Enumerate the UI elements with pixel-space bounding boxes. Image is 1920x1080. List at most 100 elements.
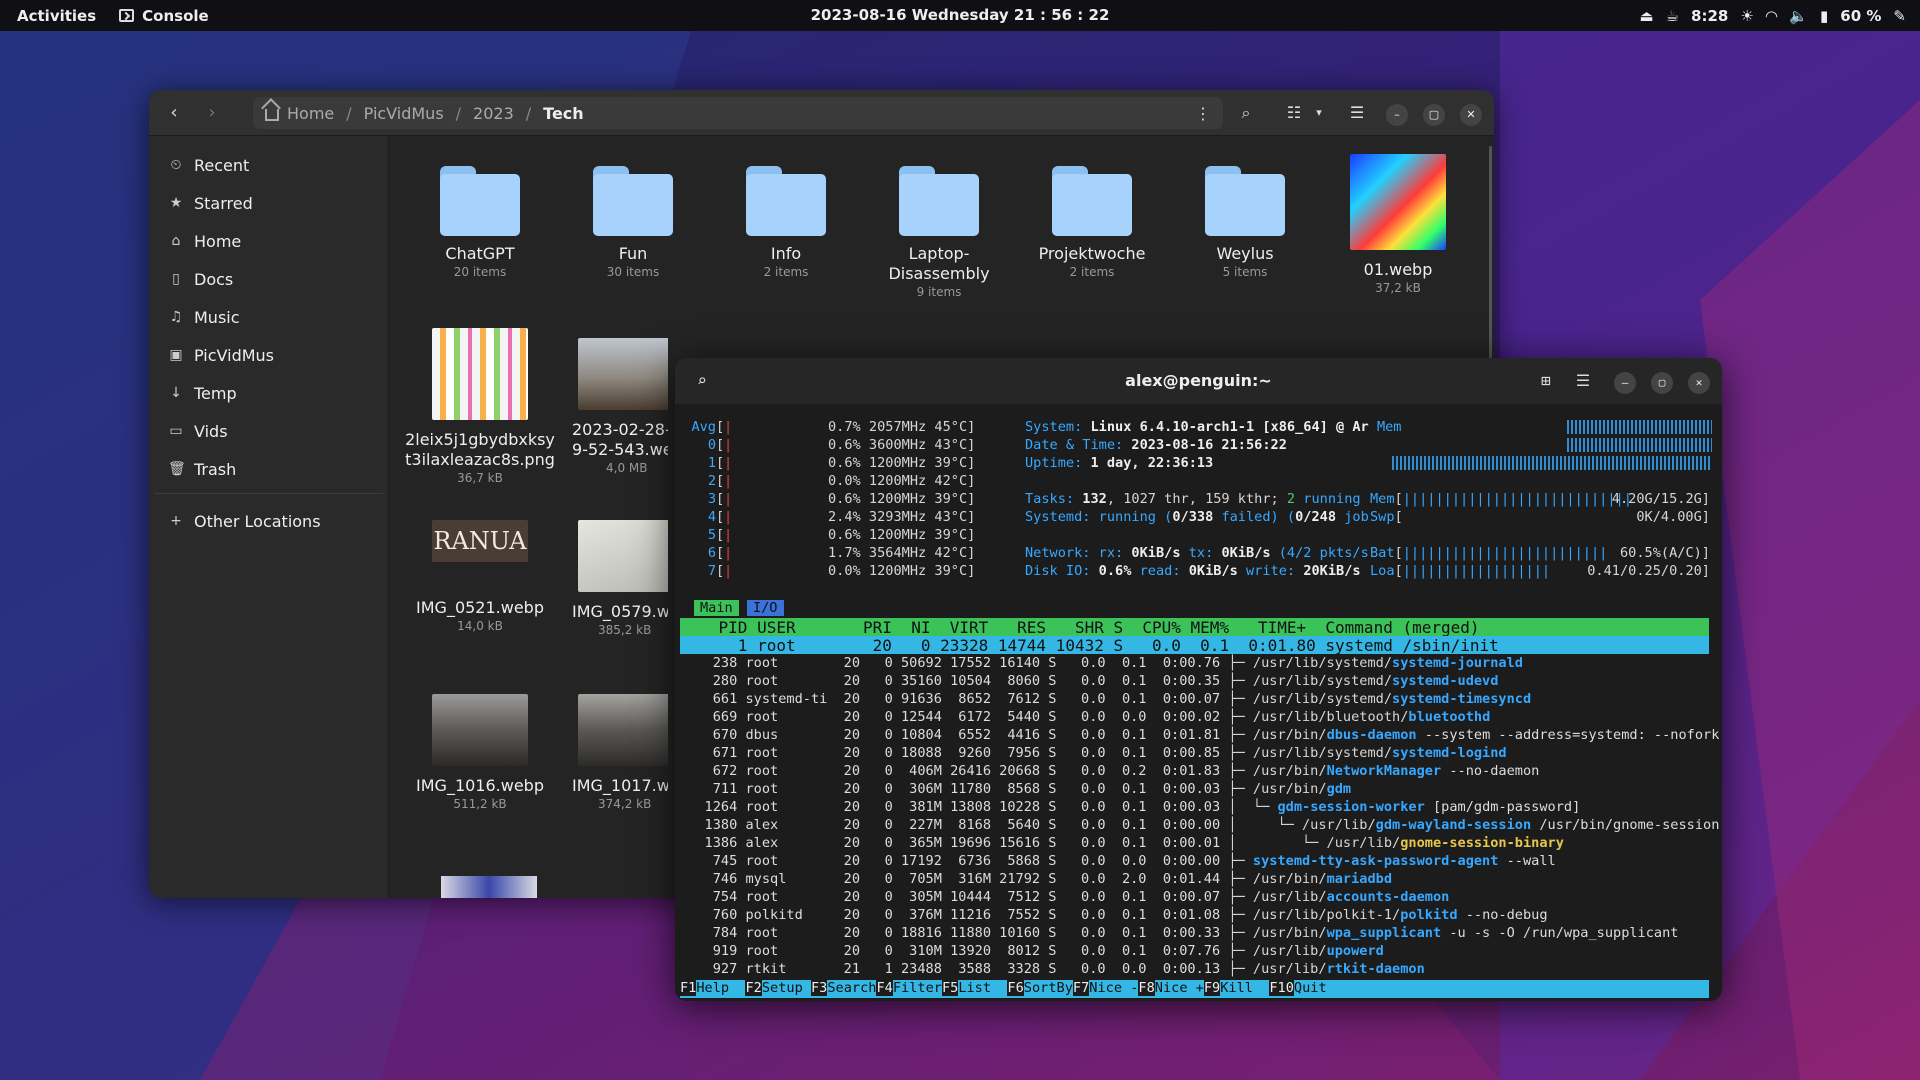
table-row-selected[interactable]: 1 root 20 0 23328 14744 10432 S 0.0 0.1 … — [680, 636, 1709, 655]
item-name: ChatGPT — [445, 244, 515, 263]
item-size: 374,2 kB — [598, 797, 652, 811]
item-count: 20 items — [453, 265, 507, 279]
table-row[interactable]: 238 root 20 0 50692 17552 16140 S 0.0 0.… — [680, 654, 1717, 672]
eject-icon[interactable]: ⏏ — [1639, 7, 1653, 25]
breadcrumb-2023[interactable]: 2023 — [473, 104, 514, 123]
maximize-icon[interactable]: ▢ — [1423, 104, 1445, 126]
view-dropdown-icon[interactable]: ▾ — [1304, 98, 1334, 128]
process-table-header[interactable]: PID USER PRI NI VIRT RES SHR S CPU% MEM%… — [680, 618, 1709, 637]
fkey-f4[interactable]: F4Filter — [876, 980, 942, 996]
breadcrumb[interactable]: Home / PicVidMus / 2023 / Tech ⋮ — [253, 97, 1223, 129]
table-row[interactable]: 919 root 20 0 310M 13920 8012 S 0.0 0.1 … — [680, 942, 1717, 960]
table-row[interactable]: 669 root 20 0 12544 6172 5440 S 0.0 0.0 … — [680, 708, 1717, 726]
table-row[interactable]: 672 root 20 0 406M 26416 20668 S 0.0 0.2… — [680, 762, 1717, 780]
item-name: IMG_1016.webp — [416, 776, 544, 795]
cpu-graph — [1567, 438, 1712, 452]
sidebar-item-home[interactable]: ⌂ Home — [149, 222, 388, 260]
cpu-graph — [1392, 456, 1712, 470]
search-icon[interactable]: ⌕ — [1231, 98, 1261, 128]
fkey-f10[interactable]: F10Quit — [1269, 980, 1327, 996]
table-row[interactable]: 754 root 20 0 305M 10444 7512 S 0.0 0.1 … — [680, 888, 1717, 906]
search-icon[interactable]: ⌕ — [687, 366, 717, 396]
close-icon[interactable]: ✕ — [1460, 104, 1482, 126]
sidebar-item-temp[interactable]: ↓ Temp — [149, 374, 388, 412]
item-count: 5 items — [1222, 265, 1268, 279]
sidebar-item-trash[interactable]: 🗑 Trash — [149, 450, 388, 488]
fkey-f3[interactable]: F3Search — [810, 980, 876, 996]
image-thumbnail — [578, 694, 668, 766]
tab-io[interactable]: I/O — [746, 600, 784, 616]
image-item[interactable]: RANUA IMG_0521.webp 14,0 kB — [405, 520, 555, 633]
table-row[interactable]: 746 mysql 20 0 705M 316M 21792 S 0.0 2.0… — [680, 870, 1717, 888]
folder-item[interactable]: Info 2 items — [711, 162, 861, 279]
sidebar-item-starred[interactable]: ★ Starred — [149, 184, 388, 222]
notes-icon: ✎ — [1893, 6, 1906, 25]
kebab-menu-icon[interactable]: ⋮ — [1195, 104, 1211, 123]
fkey-f1[interactable]: F1Help — [680, 980, 745, 996]
breadcrumb-home[interactable]: Home — [287, 104, 334, 123]
image-item[interactable]: 2leix5j1gbydbxksy t3ilaxleazac8s.png 36,7… — [405, 328, 555, 485]
sidebar-item-docs[interactable]: ▯ Docs — [149, 260, 388, 298]
hamburger-menu-icon[interactable]: ☰ — [1342, 98, 1372, 128]
fkey-f2[interactable]: F2Setup — [745, 980, 810, 996]
table-row[interactable]: 711 root 20 0 306M 11780 8568 S 0.0 0.1 … — [680, 780, 1717, 798]
fkey-f5[interactable]: F5List — [941, 980, 1007, 996]
fkey-f6[interactable]: F6SortBy — [1007, 980, 1073, 996]
system-tray[interactable]: ⏏ ☕ 8:28 ☀ ◠ 🔈 ▮ 60 % ✎ — [1639, 0, 1906, 31]
files-headerbar: ‹ › Home / PicVidMus / 2023 / Tech ⋮ ⌕ ☷… — [149, 90, 1494, 136]
sidebar-item-label: Temp — [194, 383, 237, 403]
fkey-f7[interactable]: F7Nice - — [1072, 980, 1138, 996]
table-row[interactable]: 760 polkitd 20 0 376M 11216 7552 S 0.0 0… — [680, 906, 1717, 924]
maximize-icon[interactable]: ▢ — [1651, 372, 1673, 394]
breadcrumb-current[interactable]: Tech — [543, 104, 584, 123]
table-row[interactable]: 1386 alex 20 0 365M 19696 15616 S 0.0 0.… — [680, 834, 1717, 852]
folder-item[interactable]: Weylus 5 items — [1170, 162, 1320, 279]
folder-icon — [746, 162, 826, 236]
table-row[interactable]: 670 dbus 20 0 10804 6552 4416 S 0.0 0.1 … — [680, 726, 1720, 744]
console-app-menu[interactable]: Console — [113, 7, 215, 25]
image-item[interactable]: IMG_1017.webp 374,2 kB — [558, 694, 668, 811]
table-row[interactable]: 1264 root 20 0 381M 13808 10228 S 0.0 0.… — [680, 798, 1717, 816]
minimize-icon[interactable]: – — [1614, 372, 1636, 394]
table-row[interactable]: 784 root 20 0 18816 11880 10160 S 0.0 0.… — [680, 924, 1717, 942]
folder-item[interactable]: ChatGPT 20 items — [405, 162, 555, 279]
music-icon: ♫ — [169, 309, 183, 325]
folder-item[interactable]: Fun 30 items — [558, 162, 708, 279]
sidebar-item-other-locations[interactable]: + Other Locations — [149, 502, 388, 540]
table-row[interactable]: 927 rtkit 21 1 23488 3588 3328 S 0.0 0.0… — [680, 960, 1717, 978]
new-tab-icon[interactable]: ⊞ — [1531, 366, 1561, 396]
close-icon[interactable]: ✕ — [1688, 372, 1710, 394]
sidebar-item-label: PicVidMus — [194, 345, 275, 365]
image-item[interactable]: 01.webp 37,2 kB — [1323, 154, 1473, 295]
htop-meters: Avg[| 0.7% 2057MHz 45°C] System: Linux 6.4… — [680, 418, 1717, 580]
folder-icon — [1205, 162, 1285, 236]
table-row[interactable]: 1380 alex 20 0 227M 8168 5640 S 0.0 0.1 … — [680, 816, 1720, 834]
folder-item[interactable]: Projektwoche 2 items — [1017, 162, 1167, 279]
sidebar-item-recent[interactable]: ⏲ Recent — [149, 146, 388, 184]
sidebar-item-vids[interactable]: ▭ Vids — [149, 412, 388, 450]
back-icon[interactable]: ‹ — [161, 100, 187, 126]
table-row[interactable]: 745 root 20 0 17192 6736 5868 S 0.0 0.0 … — [680, 852, 1717, 870]
minimize-icon[interactable]: – — [1386, 104, 1408, 126]
breadcrumb-picvidmus[interactable]: PicVidMus — [364, 104, 444, 123]
battery-icon: ▮ — [1820, 6, 1829, 25]
folder-item[interactable]: Laptop- Disassembly 9 items — [864, 162, 1014, 299]
sidebar-item-picvidmus[interactable]: ▣ PicVidMus — [149, 336, 388, 374]
image-item[interactable]: IMG_1016.webp 511,2 kB — [405, 694, 555, 811]
hamburger-menu-icon[interactable]: ☰ — [1568, 366, 1598, 396]
item-name: Weylus — [1216, 244, 1274, 263]
table-row[interactable]: 280 root 20 0 35160 10504 8060 S 0.0 0.1… — [680, 672, 1717, 690]
tab-main[interactable]: Main — [694, 600, 739, 616]
clock[interactable]: 2023-08-16 Wednesday 21 : 56 : 22 — [0, 6, 1920, 24]
fkey-f9[interactable]: F9Kill — [1203, 980, 1269, 996]
item-count: 9 items — [916, 285, 962, 299]
image-item[interactable]: IMG_0579.webp 385,2 kB — [558, 520, 668, 637]
table-row[interactable]: 671 root 20 0 18088 9260 7956 S 0.0 0.1 … — [680, 744, 1717, 762]
console-icon — [119, 9, 135, 22]
image-item[interactable]: 2023-02-28-20-9-52-543.webp 4,0 MB — [558, 328, 668, 475]
forward-icon[interactable]: › — [199, 100, 225, 126]
sidebar-item-music[interactable]: ♫ Music — [149, 298, 388, 336]
table-row[interactable]: 661 systemd-ti 20 0 91636 8652 7612 S 0.… — [680, 690, 1717, 708]
fkey-f8[interactable]: F8Nice + — [1138, 980, 1204, 996]
activities-button[interactable]: Activities — [0, 7, 113, 25]
